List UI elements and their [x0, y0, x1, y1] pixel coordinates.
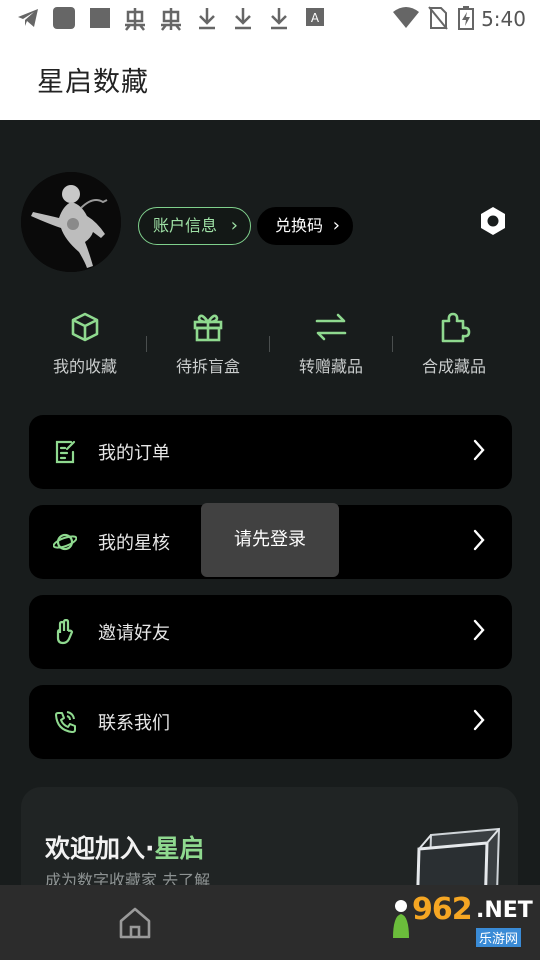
watermark-number: 962 [412, 892, 473, 927]
quick-compose[interactable]: 合成藏品 [399, 308, 509, 378]
download-icon [196, 6, 218, 36]
app-title: 星启数藏 [37, 67, 149, 98]
bug-icon [122, 6, 148, 38]
status-bar: A 5:40 [0, 0, 540, 38]
svg-text:A: A [311, 11, 320, 25]
box-icon [71, 312, 99, 342]
profile-screen: 账户信息 › 兑换码 › 我的收藏 待拆盲盒 转赠藏品 合成藏品 我的订单 我的… [0, 120, 540, 960]
chevron-right-icon [473, 709, 485, 731]
transfer-icon [315, 313, 347, 341]
planet-icon [53, 533, 77, 551]
promo-title: 欢迎加入·星启 [45, 829, 205, 865]
hand-icon [56, 619, 74, 645]
menu-contact-us[interactable]: 联系我们 [29, 685, 512, 759]
avatar[interactable] [21, 172, 121, 272]
download-icon [232, 6, 254, 36]
chevron-right-icon: › [230, 215, 238, 236]
phone-icon [55, 711, 76, 733]
app-header: 星启数藏 [0, 38, 540, 120]
menu-label: 联系我们 [98, 713, 170, 734]
divider [146, 336, 147, 352]
order-icon [55, 440, 76, 464]
app-icon [88, 6, 112, 36]
promo-title-accent: 星启 [154, 834, 205, 863]
bottom-nav: 962 .NET 乐游网 [0, 885, 540, 960]
quick-label: 待拆盲盒 [175, 357, 240, 376]
redeem-code-button[interactable]: 兑换码 › [257, 207, 353, 245]
menu-my-orders[interactable]: 我的订单 [29, 415, 512, 489]
menu-label: 我的订单 [98, 443, 170, 464]
astronaut-image [21, 172, 121, 272]
promo-title-prefix: 欢迎加入· [45, 834, 155, 863]
bug-icon [158, 6, 184, 38]
menu-invite-friends[interactable]: 邀请好友 [29, 595, 512, 669]
chevron-right-icon [473, 529, 485, 551]
gift-icon [193, 314, 223, 342]
quick-transfer[interactable]: 转赠藏品 [276, 308, 386, 378]
quick-label: 我的收藏 [52, 357, 117, 376]
menu-label: 我的星核 [98, 533, 170, 554]
watermark-site: 乐游网 [476, 928, 522, 947]
no-sim-icon [428, 6, 448, 36]
download-icon [268, 6, 290, 36]
clock-time: 5:40 [481, 7, 526, 31]
quick-actions: 我的收藏 待拆盲盒 转赠藏品 合成藏品 [0, 308, 540, 378]
watermark-logo: 962 .NET 乐游网 [390, 892, 535, 952]
home-icon[interactable] [117, 905, 153, 941]
settings-icon[interactable] [476, 204, 510, 238]
chevron-right-icon: › [332, 215, 340, 236]
divider [392, 336, 393, 352]
puzzle-icon [441, 312, 471, 343]
telegram-icon [16, 6, 40, 36]
quick-label: 合成藏品 [421, 357, 486, 376]
divider [269, 336, 270, 352]
quick-blind-box[interactable]: 待拆盲盒 [153, 308, 263, 378]
mascot-icon [393, 900, 409, 938]
watermark-suffix: .NET [476, 898, 533, 923]
menu-label: 邀请好友 [98, 623, 170, 644]
font-icon: A [306, 6, 324, 34]
toast-message: 请先登录 [201, 503, 339, 577]
chevron-right-icon [473, 619, 485, 641]
redeem-code-label: 兑换码 [275, 216, 324, 235]
quick-my-collection[interactable]: 我的收藏 [30, 308, 140, 378]
chevron-right-icon [473, 439, 485, 461]
battery-charging-icon [458, 6, 474, 36]
quick-label: 转赠藏品 [298, 357, 363, 376]
account-info-label: 账户信息 [153, 216, 218, 235]
app-icon [52, 6, 76, 36]
wifi-icon [392, 6, 420, 36]
account-info-button[interactable]: 账户信息 › [138, 207, 251, 245]
